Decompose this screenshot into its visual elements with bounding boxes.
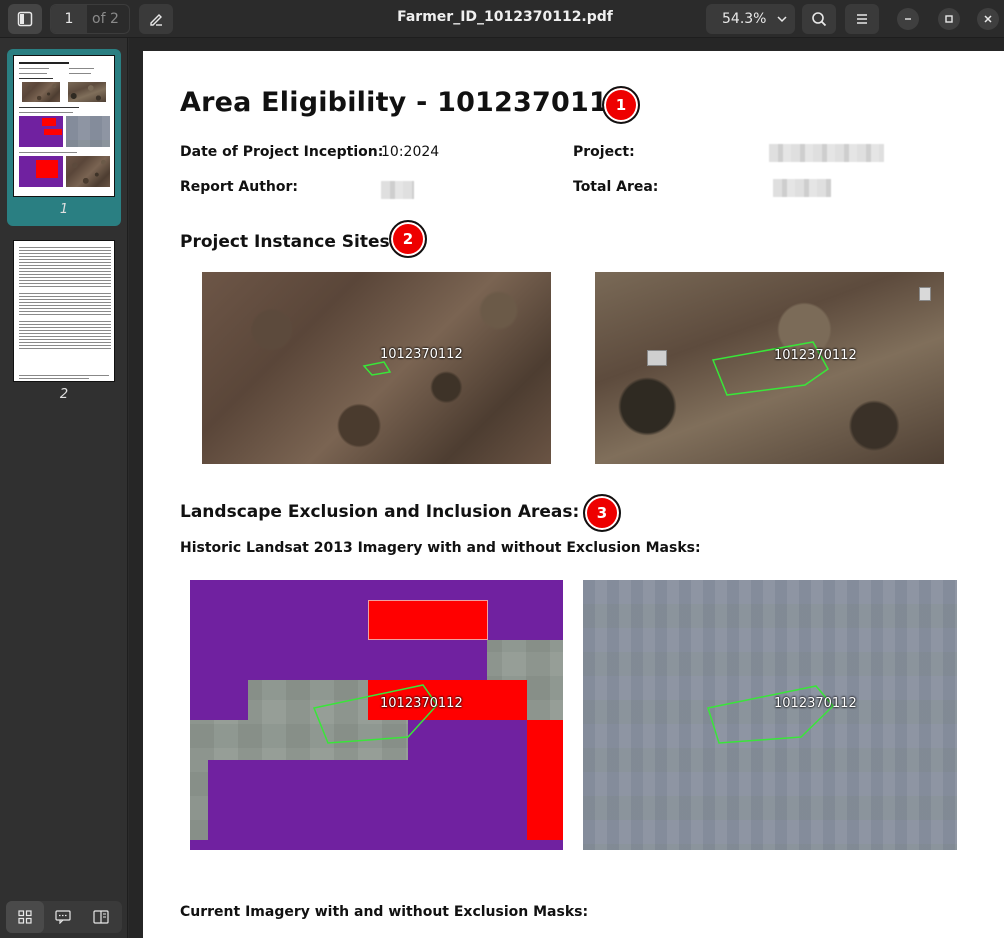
site-satellite-image-zoomed: 1012370112 [595,272,944,464]
minimize-button[interactable] [897,8,919,30]
grid-icon [18,910,32,924]
tab-annotations[interactable] [44,901,82,933]
thumbnail-label: 2 [59,387,69,402]
document-title: Farmer_ID_1012370112.pdf [397,9,613,25]
project-label: Project: [573,144,635,160]
page-thumbnail-2[interactable]: 2 [7,234,121,411]
maximize-button[interactable] [938,8,960,30]
total-area-label: Total Area: [573,179,659,195]
minimize-icon [905,18,911,20]
book-icon [93,910,109,924]
sidebar-view-tabs [6,901,122,933]
polygon-label: 1012370112 [774,696,857,711]
annotate-button[interactable] [139,4,173,34]
date-label: Date of Project Inception: [180,144,384,160]
page-thumbnail-1[interactable]: 1 [7,49,121,226]
polygon-label: 1012370112 [774,348,857,363]
close-icon [984,15,992,23]
tab-thumbnails[interactable] [6,901,44,933]
field-polygon [711,341,829,396]
sidebar-icon [17,11,33,27]
date-value: 10:2024 [381,144,440,160]
field-polygon [362,361,392,376]
subsection-heading-historic: Historic Landsat 2013 Imagery with and w… [180,540,701,556]
thumbnail-image [13,240,115,382]
section-heading-landscape: Landscape Exclusion and Inclusion Areas: [180,502,580,522]
historic-masked-image: 1012370112 [190,580,563,850]
redacted-author-value [381,181,414,199]
zoom-dropdown[interactable]: 54.3% [706,4,795,34]
page-navigator: 1 of 2 [50,4,130,34]
hamburger-icon [857,14,867,24]
subsection-heading-current: Current Imagery with and without Exclusi… [180,904,589,920]
document-viewport[interactable]: Area Eligibility - 1012370112 1 Date of … [129,38,1004,938]
header-bar: 1 of 2 Farmer_ID_1012370112.pdf 54.3% [0,0,1004,38]
document-page: Area Eligibility - 1012370112 1 Date of … [143,51,1004,938]
search-icon [812,12,827,27]
thumbnail-image [13,55,115,197]
author-label: Report Author: [180,179,298,195]
page-total: of 2 [92,11,119,27]
marker-badge: 1 [602,86,640,124]
search-button[interactable] [802,4,836,34]
redacted-area-value [773,179,831,197]
field-polygon [707,685,835,744]
site-satellite-image: 1012370112 [202,272,551,464]
thumbnail-label: 1 [59,202,69,217]
page-heading: Area Eligibility - 1012370112 [180,87,627,118]
tab-outline[interactable] [82,901,120,933]
polygon-label: 1012370112 [380,696,463,711]
close-button[interactable] [977,8,999,30]
marker-badge: 3 [583,494,621,532]
menu-button[interactable] [845,4,879,34]
comment-icon [55,910,71,924]
chevron-down-icon [777,16,788,23]
marker-badge: 2 [389,220,427,258]
thumbnail-sidebar: 1 2 [0,38,128,938]
zoom-level: 54.3% [722,11,767,27]
sidebar-toggle-button[interactable] [8,4,42,34]
polygon-label: 1012370112 [380,347,463,362]
pencil-icon [150,14,162,26]
page-number-input[interactable]: 1 [51,5,87,33]
section-heading-sites: Project Instance Sites: [180,232,397,252]
redacted-project-value [769,144,884,162]
historic-unmasked-image: 1012370112 [583,580,957,850]
maximize-icon [945,15,953,23]
field-polygon [312,684,438,744]
